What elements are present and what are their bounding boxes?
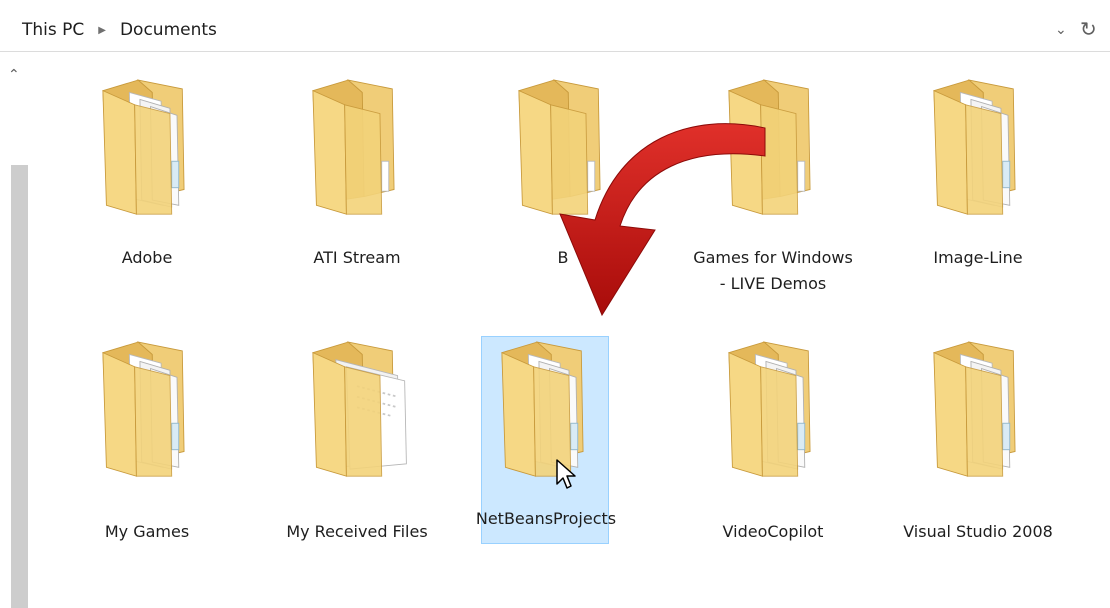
folder-label: My Received Files [286,522,428,541]
folder-icon [908,73,1048,223]
folder-item[interactable]: Visual Studio 2008 [903,336,1053,544]
folder-item[interactable]: My Received Files [286,336,428,544]
folder-label: NetBeansProjects [475,509,617,528]
scroll-up-icon[interactable]: ⌃ [8,67,20,83]
folder-label: B [557,248,569,267]
folder-label: VideoCopilot [722,522,824,541]
folder-label: ATI Stream [313,248,401,267]
folder-label: My Games [104,522,190,541]
folder-icon [908,335,1048,485]
breadcrumb-this-pc[interactable]: This PC [22,20,84,40]
folder-icon [77,73,217,223]
breadcrumb-documents[interactable]: Documents [120,20,217,40]
folder-icon [493,73,633,223]
folder-item[interactable]: Image-Line [913,74,1041,282]
address-bar[interactable]: This PC ▶ Documents ⌄ ↻ [0,0,1110,52]
breadcrumb: This PC ▶ Documents [22,20,217,40]
folder-label: Games for Windows - LIVE Demos [693,248,853,293]
folder-label: Adobe [121,248,173,267]
folder-item[interactable]: ATI Stream [292,74,420,282]
mouse-cursor-icon [556,459,576,489]
folder-label: Visual Studio 2008 [903,522,1053,541]
folder-icon [287,73,427,223]
folder-item[interactable]: VideoCopilot [708,336,836,544]
folder-icon [476,335,616,485]
folder-item[interactable]: Games for Windows - LIVE Demos [693,74,853,293]
scroll-thumb[interactable] [11,165,28,608]
folder-item[interactable]: B [498,74,626,282]
folder-item[interactable]: NetBeansProjects [476,336,616,544]
folder-label: Image-Line [933,248,1023,267]
folder-icon [703,73,843,223]
folder-item[interactable]: Adobe [82,74,210,282]
folder-item[interactable]: My Games [82,336,210,544]
refresh-icon[interactable]: ↻ [1080,17,1097,41]
folder-document-icon [287,335,427,485]
chevron-down-icon[interactable]: ⌄ [1055,22,1067,38]
folder-icon [77,335,217,485]
chevron-right-icon[interactable]: ▶ [98,25,106,36]
folder-icon [703,335,843,485]
vertical-scrollbar[interactable]: ⌃ [0,53,40,608]
